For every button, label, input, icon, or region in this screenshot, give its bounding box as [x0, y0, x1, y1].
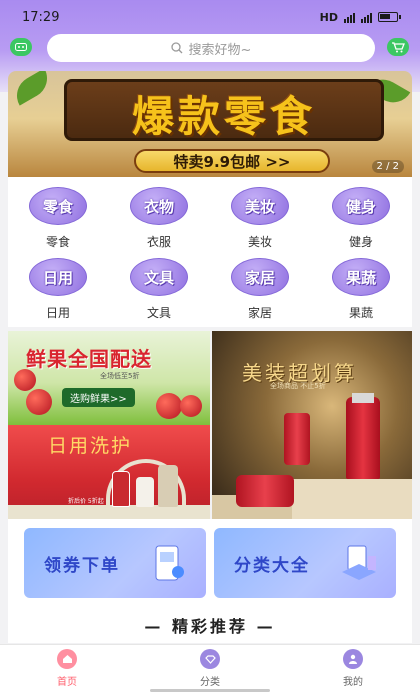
- category-home[interactable]: 家居 家居: [220, 258, 300, 320]
- message-icon[interactable]: [10, 38, 32, 56]
- promo-banner[interactable]: 爆款零食 特卖9.9包邮 >> 2 / 2: [8, 71, 412, 177]
- status-time: 17:29: [22, 9, 60, 25]
- tab-category-label: 分类: [200, 677, 220, 688]
- category-icon: 果蔬: [332, 258, 390, 296]
- coupon-row: 领券下单 分类大全: [8, 519, 412, 607]
- promo-fruit-button[interactable]: 选购鲜果>>: [62, 388, 135, 407]
- promo-beauty[interactable]: 美装超划算 全场商品 不止5折: [212, 331, 412, 519]
- tab-profile-label: 我的: [343, 677, 363, 688]
- category-icon: 家居: [231, 258, 289, 296]
- category-cosmetics[interactable]: 美妆 美妆: [220, 187, 300, 249]
- promo-fruit-title: 鲜果全国配送: [26, 347, 152, 371]
- search-icon: [170, 42, 183, 54]
- category-icon: 健身: [332, 187, 390, 225]
- category-snacks[interactable]: 零食 零食: [18, 187, 98, 249]
- status-icons: HD: [319, 10, 401, 24]
- category-produce[interactable]: 果蔬 果蔬: [321, 258, 401, 320]
- promo-fruit-meta: 全场低至5折: [100, 372, 140, 380]
- category-daily[interactable]: 日用 日用: [18, 258, 98, 320]
- coupon-button[interactable]: 领券下单: [24, 528, 206, 598]
- search-placeholder: 搜索好物~: [188, 42, 252, 58]
- category-icon: 文具: [130, 258, 188, 296]
- category-label: 家居: [247, 306, 272, 320]
- category-all-button[interactable]: 分类大全: [214, 528, 396, 598]
- category-icon: 零食: [29, 187, 87, 225]
- category-icon: 日用: [29, 258, 87, 296]
- home-icon: [57, 649, 77, 669]
- category-all-label: 分类大全: [234, 555, 310, 576]
- banner-pager: 2 / 2: [371, 160, 404, 173]
- layers-icon: [342, 545, 376, 580]
- coupon-label: 领券下单: [44, 555, 120, 576]
- promo-section: 鲜果全国配送 全场低至5折 选购鲜果>> 日用洗护 折后价 5折起 美装超划算 …: [8, 331, 412, 519]
- cart-icon[interactable]: [387, 38, 409, 56]
- diamond-icon: [200, 649, 220, 669]
- category-label: 零食: [45, 235, 70, 249]
- search-row: 搜索好物~: [0, 34, 420, 62]
- promo-daily-tag: 折后价 5折起: [68, 498, 104, 505]
- category-fitness[interactable]: 健身 健身: [321, 187, 401, 249]
- category-label: 日用: [45, 306, 70, 320]
- home-indicator: [150, 689, 270, 692]
- category-label: 衣服: [146, 235, 171, 249]
- search-input[interactable]: 搜索好物~: [47, 34, 375, 62]
- category-label: 果蔬: [348, 306, 373, 320]
- tab-profile[interactable]: 我的: [323, 649, 383, 688]
- category-icon: 衣物: [130, 187, 188, 225]
- promo-daily-title: 日用洗护: [48, 435, 133, 457]
- status-bar: 17:29 HD: [0, 0, 420, 34]
- category-grid: 零食 零食 衣物 衣服 美妆 美妆 健身 健身 日用 日用 文具 文具 家居 家…: [8, 177, 412, 327]
- promo-beauty-meta: 全场商品 不止5折: [270, 382, 326, 390]
- category-label: 文具: [146, 306, 171, 320]
- tab-category[interactable]: 分类: [180, 649, 240, 688]
- promo-daily[interactable]: 日用洗护 折后价 5折起: [8, 425, 210, 519]
- category-icon: 美妆: [231, 187, 289, 225]
- signal-icon-2: [361, 12, 372, 23]
- network-type: HD: [319, 10, 338, 24]
- battery-icon: [378, 12, 401, 22]
- banner-title: 爆款零食: [131, 92, 316, 141]
- category-label: 美妆: [247, 235, 272, 249]
- tab-home-label: 首页: [57, 677, 77, 688]
- recommend-header: — 精彩推荐 —: [8, 607, 412, 643]
- promo-fruit[interactable]: 鲜果全国配送 全场低至5折 选购鲜果>>: [8, 331, 210, 425]
- category-stationery[interactable]: 文具 文具: [119, 258, 199, 320]
- tab-home[interactable]: 首页: [37, 649, 97, 688]
- category-clothes[interactable]: 衣物 衣服: [119, 187, 199, 249]
- signal-icon: [344, 12, 355, 23]
- user-icon: [343, 649, 363, 669]
- phone-icon: [155, 545, 184, 581]
- banner-subtitle: 特卖9.9包邮 >>: [134, 149, 330, 173]
- category-label: 健身: [348, 235, 373, 249]
